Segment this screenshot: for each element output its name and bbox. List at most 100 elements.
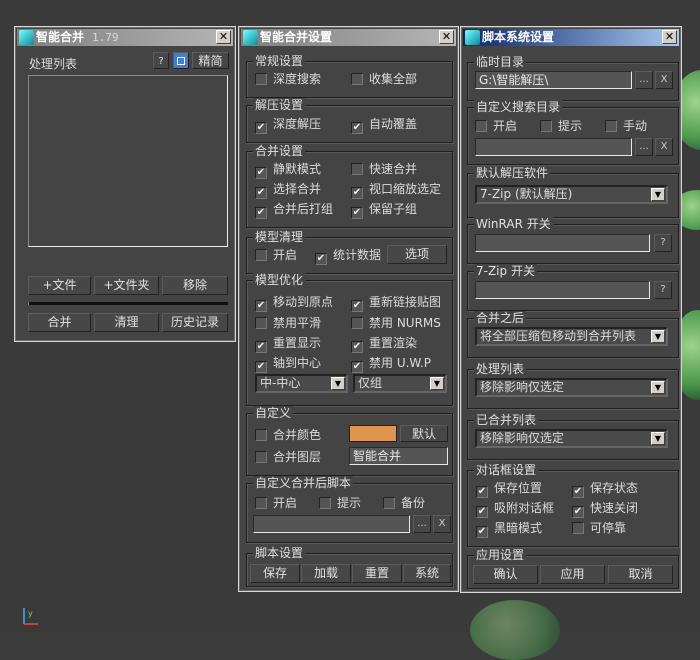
reset-button[interactable]: 重置	[352, 564, 402, 583]
group-legend: 7-Zip 开关	[474, 264, 537, 278]
deep-extract-checkbox[interactable]: ✔ 深度解压	[255, 117, 321, 134]
title-bar[interactable]: 智能合并设置 ✕	[241, 29, 456, 46]
help-button[interactable]: ?	[654, 234, 672, 252]
move-to-origin-checkbox[interactable]: ✔ 移动到原点	[255, 295, 333, 312]
browse-button[interactable]: ...	[413, 515, 431, 533]
disable-smooth-checkbox[interactable]: 禁用平滑	[255, 316, 321, 330]
scope-dropdown[interactable]: 仅组 ▼	[353, 374, 447, 393]
7zip-input[interactable]	[475, 281, 650, 299]
stats-checkbox[interactable]: ✔ 统计数据	[315, 248, 381, 265]
compact-button[interactable]: 精简	[192, 52, 229, 69]
save-button[interactable]: 保存	[250, 564, 300, 583]
close-button[interactable]: ✕	[439, 30, 454, 44]
auto-overwrite-checkbox[interactable]: ✔ 自动覆盖	[351, 117, 417, 134]
clear-button[interactable]: X	[655, 138, 673, 156]
checkmark-icon: ✔	[572, 486, 584, 498]
search-prompt-checkbox[interactable]: 提示	[540, 119, 582, 133]
group-temp-dir: 临时目录 G:\智能解压\ ... X	[467, 55, 679, 101]
system-button[interactable]: 系统	[403, 564, 451, 583]
merge-button[interactable]: 合并	[28, 313, 91, 332]
winrar-input[interactable]	[475, 234, 650, 252]
chevron-down-icon: ▼	[331, 377, 345, 390]
reset-display-checkbox[interactable]: ✔ 重置显示	[255, 336, 321, 353]
chevron-down-icon: ▼	[430, 377, 444, 390]
dockable-checkbox[interactable]: 可停靠	[572, 521, 626, 535]
quick-merge-checkbox[interactable]: 快速合并	[351, 162, 417, 176]
browse-button[interactable]: ...	[635, 71, 653, 89]
extractor-dropdown[interactable]: 7-Zip (默认解压) ▼	[475, 185, 668, 204]
help-button[interactable]: ?	[153, 52, 169, 69]
add-file-button[interactable]: +文件	[28, 276, 91, 295]
load-button[interactable]: 加载	[301, 564, 351, 583]
pivot-dropdown[interactable]: 中-中心 ▼	[255, 374, 348, 393]
group-legend: 自定义搜索目录	[474, 100, 563, 114]
pivot-center-checkbox[interactable]: ✔ 轴到中心	[255, 356, 322, 373]
default-color-button[interactable]: 默认	[400, 425, 448, 442]
add-folder-button[interactable]: +文件夹	[94, 276, 159, 295]
reset-render-checkbox[interactable]: ✔ 重置渲染	[351, 336, 417, 353]
chevron-down-icon: ▼	[651, 188, 665, 201]
post-script-backup-checkbox[interactable]: 备份	[383, 496, 425, 510]
checkbox-label: 轴到中心	[273, 356, 322, 370]
browse-button[interactable]: ...	[635, 138, 653, 156]
process-list-dropdown[interactable]: 移除影响仅选定 ▼	[475, 378, 668, 397]
checkbox-box	[255, 451, 267, 463]
select-merge-checkbox[interactable]: ✔ 选择合并	[255, 182, 322, 199]
clean-button[interactable]: 清理	[94, 313, 159, 332]
checkbox-box	[540, 120, 552, 132]
apply-button[interactable]: 应用	[540, 565, 605, 584]
checkbox-label: 选择合并	[273, 182, 322, 196]
layer-name-input[interactable]: 智能合并	[349, 447, 448, 465]
close-button[interactable]: ✕	[216, 30, 231, 44]
options-button[interactable]: 选项	[387, 245, 447, 264]
search-manual-checkbox[interactable]: 手动	[605, 119, 647, 133]
post-script-enable-checkbox[interactable]: 开启	[255, 496, 297, 510]
script-path-input[interactable]	[253, 515, 410, 533]
dark-mode-checkbox[interactable]: ✔ 黑暗模式	[476, 521, 542, 538]
quick-close-checkbox[interactable]: ✔ 快速关闭	[572, 501, 638, 518]
checkbox-box	[572, 522, 584, 534]
search-dir-input[interactable]	[475, 138, 632, 156]
checkbox-box	[319, 497, 331, 509]
close-button[interactable]: ✕	[662, 30, 677, 44]
history-button[interactable]: 历史记录	[162, 313, 228, 332]
checkbox-label: 保留子组	[369, 202, 418, 216]
merge-color-checkbox[interactable]: 合并颜色	[255, 428, 321, 442]
disable-uwp-checkbox[interactable]: ✔ 禁用 U.W.P	[351, 356, 431, 373]
keep-subgroups-checkbox[interactable]: ✔ 保留子组	[351, 202, 418, 219]
save-position-checkbox[interactable]: ✔ 保存位置	[476, 481, 542, 498]
process-listbox[interactable]	[28, 75, 228, 247]
silent-mode-checkbox[interactable]: ✔ 静默模式	[255, 162, 321, 179]
temp-dir-input[interactable]: G:\智能解压\	[475, 71, 632, 89]
remove-button[interactable]: 移除	[162, 276, 228, 295]
checkmark-icon: ✔	[351, 341, 363, 353]
save-state-checkbox[interactable]: ✔ 保存状态	[572, 481, 638, 498]
chevron-down-icon: ▼	[651, 330, 665, 343]
clear-button[interactable]: X	[433, 515, 451, 533]
collect-all-checkbox[interactable]: 收集全部	[351, 72, 417, 86]
title-bar[interactable]: 脚本系统设置 ✕	[463, 29, 679, 46]
post-script-prompt-checkbox[interactable]: 提示	[319, 496, 361, 510]
dropdown-value: 将全部压缩包移动到合并列表	[480, 329, 637, 343]
clear-button[interactable]: X	[655, 71, 673, 89]
group-legend: 已合并列表	[474, 413, 539, 427]
deep-search-checkbox[interactable]: 深度搜索	[255, 72, 321, 86]
relink-maps-checkbox[interactable]: ✔ 重新链接贴图	[351, 295, 441, 312]
group-legend: 脚本设置	[253, 546, 306, 560]
snap-dialog-checkbox[interactable]: ✔ 吸附对话框	[476, 501, 554, 518]
dock-toggle-button[interactable]	[173, 52, 189, 69]
merge-layer-checkbox[interactable]: 合并图层	[255, 450, 321, 464]
cancel-button[interactable]: 取消	[608, 565, 673, 584]
help-button[interactable]: ?	[654, 281, 672, 299]
disable-nurms-checkbox[interactable]: 禁用 NURMS	[351, 316, 441, 330]
search-enable-checkbox[interactable]: 开启	[475, 119, 517, 133]
after-merge-dropdown[interactable]: 将全部压缩包移动到合并列表 ▼	[475, 327, 668, 346]
confirm-button[interactable]: 确认	[473, 565, 538, 584]
zoom-selected-checkbox[interactable]: ✔ 视口缩放选定	[351, 182, 441, 199]
group-after-merge-checkbox[interactable]: ✔ 合并后打组	[255, 202, 333, 219]
color-swatch[interactable]	[349, 425, 397, 442]
cleanup-enable-checkbox[interactable]: 开启	[255, 248, 297, 262]
title-bar[interactable]: 智能合并 1.79 ✕	[17, 29, 233, 46]
merged-list-dropdown[interactable]: 移除影响仅选定 ▼	[475, 429, 668, 448]
group-cleanup: 模型清理 开启 ✔ 统计数据 选项	[246, 230, 453, 274]
